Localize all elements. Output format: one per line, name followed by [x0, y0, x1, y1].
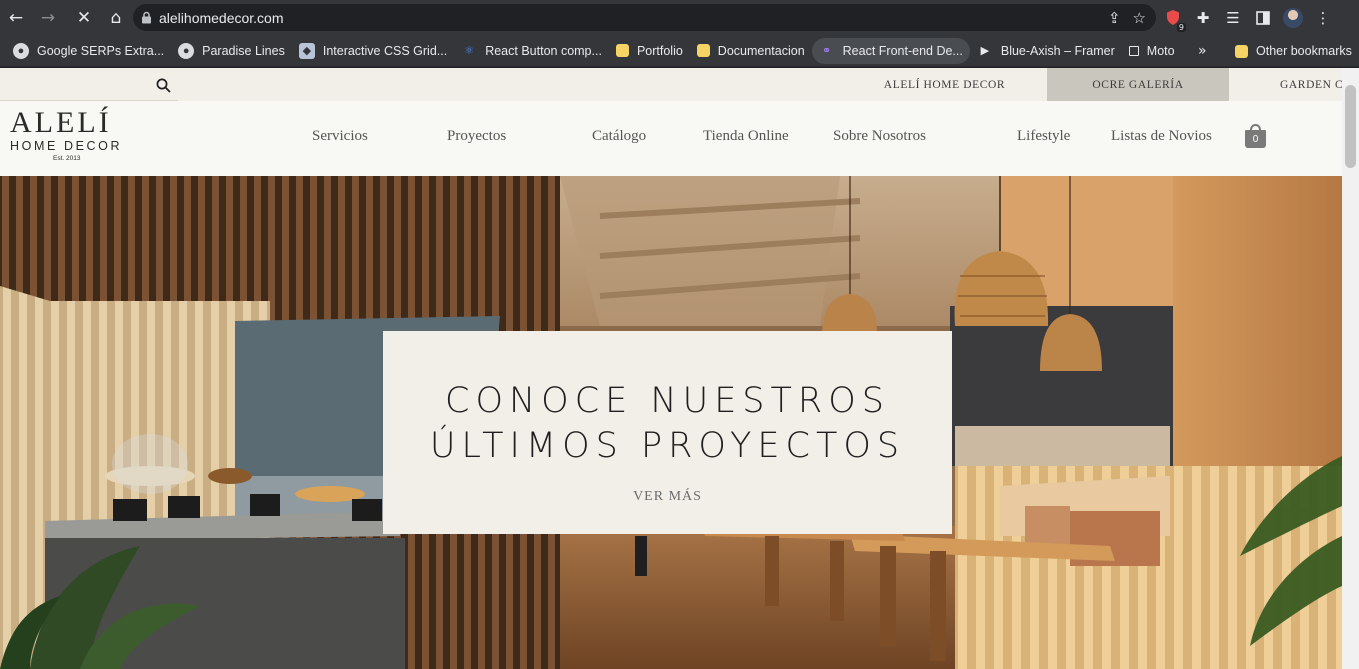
extensions-area: 9 ✚ ☰ ⋮ [1162, 4, 1334, 32]
back-arrow-icon[interactable]: ← [2, 4, 30, 32]
share-icon[interactable]: ⇪ [1108, 9, 1121, 27]
reading-list-icon[interactable]: ☰ [1222, 7, 1244, 29]
scrollbar-thumb[interactable] [1345, 85, 1356, 168]
logo-name: ALELÍ [10, 106, 112, 139]
logo-established: Est. 2013 [53, 155, 81, 162]
nav-lifestyle[interactable]: Lifestyle [1017, 128, 1070, 145]
bookmarks-bar: ● Google SERPs Extra... ● Paradise Lines… [0, 35, 1359, 67]
bookmark-item[interactable]: ◆ Interactive CSS Grid... [292, 38, 454, 64]
shield-extension-icon[interactable]: 9 [1162, 7, 1186, 32]
globe-icon: ● [178, 42, 195, 59]
home-icon[interactable]: ⌂ [102, 4, 130, 32]
hero-banner: CONOCE NUESTROS ÚLTIMOS PROYECTOS VER MÁ… [0, 176, 1342, 669]
bookmark-item[interactable]: ● Paradise Lines [171, 38, 292, 64]
extension-badge: 9 [1176, 22, 1186, 32]
folder-icon [1235, 44, 1248, 58]
address-bar[interactable]: alelihomedecor.com ⇪ ☆ [133, 4, 1156, 31]
framer-icon: ▶ [980, 45, 990, 57]
side-panel-icon[interactable] [1252, 7, 1274, 29]
folder-icon [696, 44, 710, 57]
forward-arrow-icon[interactable]: → [34, 4, 62, 32]
cart-icon[interactable]: 0 [1245, 124, 1266, 148]
search-icon[interactable] [152, 74, 174, 96]
browser-toolbar: ← → ✕ ⌂ alelihomedecor.com ⇪ ☆ 9 ✚ ☰ ⋮ [0, 0, 1359, 35]
hero-card: CONOCE NUESTROS ÚLTIMOS PROYECTOS VER MÁ… [383, 331, 952, 534]
react-icon: ⚛ [464, 45, 475, 57]
nav-sobre-nosotros[interactable]: Sobre Nosotros [833, 128, 926, 145]
nav-tienda-online[interactable]: Tienda Online [703, 128, 789, 145]
globe-icon: ● [13, 42, 29, 59]
square-icon [1128, 45, 1139, 56]
brand-tab-ocre[interactable]: OCRE GALERÍA [1047, 68, 1229, 101]
menu-kebab-icon[interactable]: ⋮ [1312, 7, 1334, 29]
bookmark-item[interactable]: Portfolio [609, 38, 690, 64]
puzzle-extensions-icon[interactable]: ✚ [1192, 7, 1214, 29]
hero-title: CONOCE NUESTROS ÚLTIMOS PROYECTOS [429, 381, 906, 466]
link-icon: ⚭ [822, 45, 832, 57]
bookmark-star-icon[interactable]: ☆ [1133, 9, 1146, 27]
folder-icon [615, 44, 629, 57]
web-page: ALELÍ HOME DECOR OCRE GALERÍA GARDEN CA … [0, 68, 1359, 669]
bookmark-item[interactable]: ▶ Blue-Axish – Framer [970, 38, 1122, 64]
main-navbar: ALELÍ HOME DECOR Est. 2013 Servicios Pro… [0, 101, 1342, 176]
brand-tab-aleli[interactable]: ALELÍ HOME DECOR [842, 68, 1047, 101]
bookmark-item[interactable]: Moto [1122, 38, 1182, 64]
logo-subtitle: HOME DECOR [10, 139, 123, 153]
other-bookmarks[interactable]: Other bookmarks [1228, 38, 1359, 64]
cart-count: 0 [1245, 130, 1266, 148]
brand-topbar: ALELÍ HOME DECOR OCRE GALERÍA GARDEN CA [0, 68, 1342, 101]
more-bookmarks-chevron-icon[interactable]: » [1198, 35, 1207, 67]
site-logo[interactable]: ALELÍ HOME DECOR Est. 2013 [10, 106, 130, 163]
url-text: alelihomedecor.com [159, 9, 284, 26]
profile-avatar[interactable] [1282, 7, 1304, 29]
nav-listas-de-novios[interactable]: Listas de Novios [1111, 128, 1212, 145]
stop-loading-icon[interactable]: ✕ [70, 4, 98, 32]
bookmark-item[interactable]: Documentacion [690, 38, 812, 64]
lock-icon[interactable] [133, 4, 159, 31]
ver-mas-link[interactable]: VER MÁS [383, 489, 952, 505]
bookmark-item[interactable]: ⚭ React Front-end De... [811, 37, 970, 64]
cube-icon: ◆ [298, 42, 315, 59]
brand-tab-garden[interactable]: GARDEN CA [1229, 68, 1342, 101]
bookmark-item[interactable]: ● Google SERPs Extra... [6, 38, 171, 64]
nav-proyectos[interactable]: Proyectos [447, 128, 506, 145]
bookmark-item[interactable]: ⚛ React Button comp... [454, 38, 609, 64]
nav-servicios[interactable]: Servicios [312, 128, 368, 145]
nav-catalogo[interactable]: Catálogo [592, 128, 646, 145]
page-scrollbar[interactable] [1342, 68, 1359, 669]
